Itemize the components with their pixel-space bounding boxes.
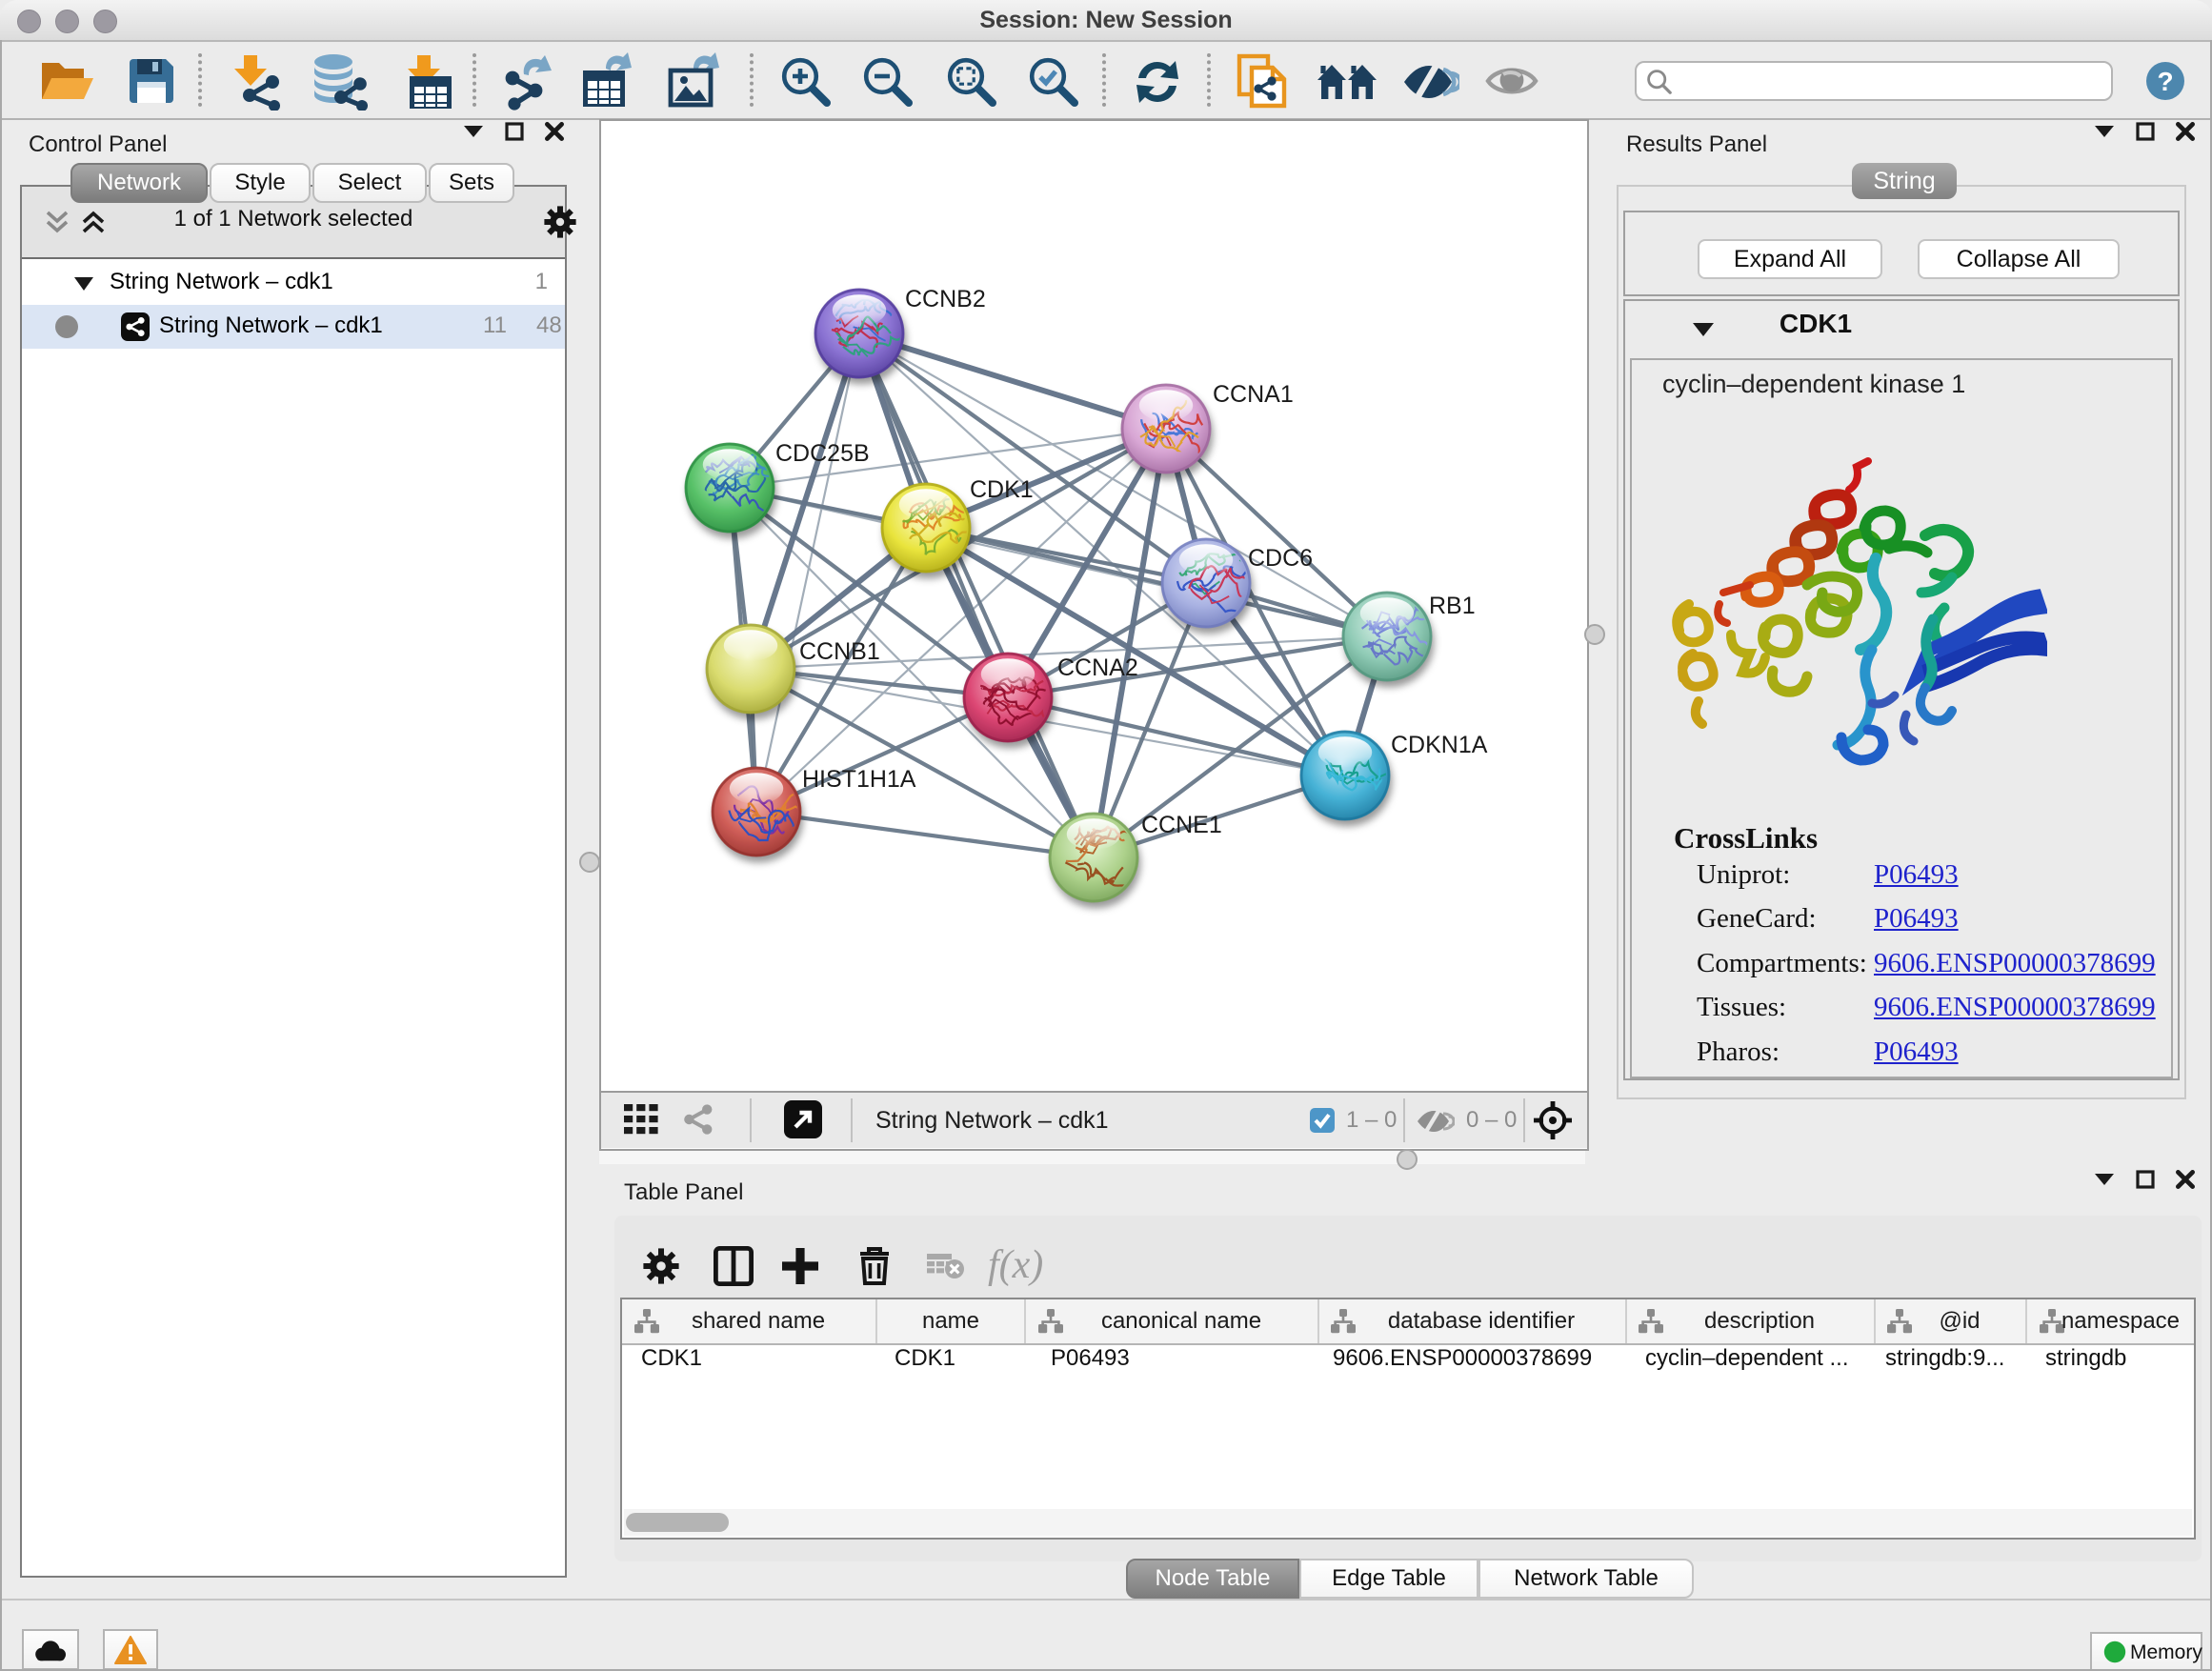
- svg-text:CDK1: CDK1: [970, 476, 1034, 503]
- svg-text:RB1: RB1: [1429, 593, 1476, 619]
- svg-text:CDC25B: CDC25B: [775, 440, 870, 467]
- svg-text:CCNE1: CCNE1: [1141, 812, 1222, 838]
- svg-text:CCNA2: CCNA2: [1057, 654, 1138, 681]
- svg-text:CCNA1: CCNA1: [1213, 381, 1294, 408]
- svg-text:CCNB2: CCNB2: [905, 286, 986, 312]
- svg-text:CDC6: CDC6: [1248, 545, 1313, 572]
- svg-text:?: ?: [2157, 67, 2173, 96]
- svg-text:HIST1H1A: HIST1H1A: [802, 766, 916, 793]
- svg-text:CDKN1A: CDKN1A: [1391, 732, 1488, 758]
- svg-text:CCNB1: CCNB1: [799, 638, 880, 665]
